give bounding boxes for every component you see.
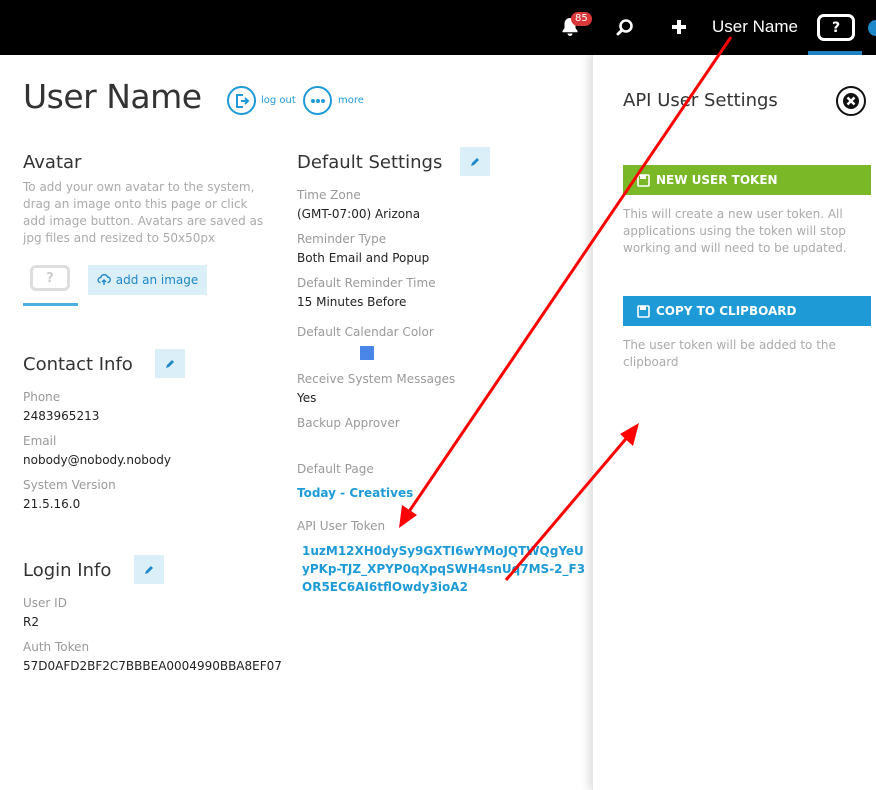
top-bar: 85 User Name ?: [0, 0, 876, 55]
edit-login-button[interactable]: [134, 555, 164, 584]
copy-help: The user token will be added to the clip…: [623, 338, 836, 369]
question-icon: ?: [831, 19, 841, 36]
avatar: ?: [30, 265, 70, 291]
logout-button[interactable]: [227, 86, 256, 115]
avatar-title: Avatar: [23, 152, 82, 173]
timezone-value: (GMT-07:00) Arizona: [297, 207, 421, 221]
plus-icon[interactable]: [666, 14, 692, 40]
close-panel-button[interactable]: [836, 86, 866, 116]
api-panel-title: API User Settings: [623, 90, 778, 111]
timezone-label: Time Zone: [297, 188, 361, 202]
help-button[interactable]: ?: [817, 14, 855, 41]
phone-value: 2483965213: [23, 409, 100, 423]
system-messages-label: Receive System Messages: [297, 372, 456, 386]
backup-approver-label: Backup Approver: [297, 416, 400, 430]
phone-label: Phone: [23, 390, 61, 404]
status-dot[interactable]: [868, 20, 876, 36]
user-id-label: User ID: [23, 596, 67, 610]
upload-cloud-icon: [97, 274, 111, 285]
system-version-label: System Version: [23, 478, 116, 492]
avatar-help: To add your own avatar to the system, dr…: [23, 180, 264, 245]
system-version-value: 21.5.16.0: [23, 497, 81, 511]
save-icon: [637, 173, 650, 187]
user-id-value: R2: [23, 615, 39, 629]
edit-contact-button[interactable]: [155, 349, 185, 378]
pencil-icon: [145, 565, 153, 574]
logout-link[interactable]: log out: [261, 95, 296, 106]
avatar-placeholder-icon: ?: [46, 270, 54, 286]
more-button[interactable]: [303, 86, 332, 115]
page-title: User Name: [23, 77, 202, 116]
pencil-icon: [471, 157, 479, 166]
email-label: Email: [23, 434, 57, 448]
calendar-color-label: Default Calendar Color: [297, 325, 434, 339]
more-link[interactable]: more: [338, 95, 364, 106]
reminder-time-label: Default Reminder Time: [297, 276, 436, 290]
search-icon[interactable]: [612, 14, 638, 40]
reminder-type-label: Reminder Type: [297, 232, 387, 246]
add-image-label: add an image: [115, 273, 199, 287]
copy-to-clipboard-button[interactable]: COPY TO CLIPBOARD: [623, 296, 871, 326]
edit-defaults-button[interactable]: [460, 147, 490, 176]
logout-icon: [235, 93, 249, 108]
api-token-label: API User Token: [297, 519, 386, 533]
login-info-title: Login Info: [23, 560, 112, 581]
contact-info-title: Contact Info: [23, 354, 133, 375]
avatar-underline: [23, 303, 78, 306]
reminder-time-value: 15 Minutes Before: [297, 295, 407, 309]
api-token-link[interactable]: 1uzM12XH0dySy9GXTI6wYMoJQTWQgYeUyPKp-TJZ…: [302, 542, 587, 596]
system-messages-value: Yes: [297, 391, 317, 405]
auth-token-label: Auth Token: [23, 640, 90, 654]
default-settings-title: Default Settings: [297, 152, 443, 173]
new-user-token-label: NEW USER TOKEN: [656, 173, 778, 187]
notification-badge: 85: [571, 12, 592, 26]
save-icon: [637, 304, 650, 318]
close-icon: [843, 93, 859, 109]
copy-to-clipboard-label: COPY TO CLIPBOARD: [656, 304, 797, 318]
user-menu[interactable]: User Name: [712, 17, 798, 37]
calendar-color-swatch: [360, 346, 374, 360]
add-image-button[interactable]: add an image: [88, 265, 207, 295]
reminder-type-value: Both Email and Popup: [297, 251, 430, 265]
auth-token-value: 57D0AFD2BF2C7BBBEA0004990BBA8EF07914: [23, 659, 282, 673]
default-page-label: Default Page: [297, 462, 374, 476]
pencil-icon: [166, 359, 174, 368]
ellipsis-icon: [310, 98, 325, 103]
new-user-token-button[interactable]: NEW USER TOKEN: [623, 165, 871, 195]
default-page-link[interactable]: Today - Creatives: [297, 486, 413, 500]
new-token-help: This will create a new user token. All a…: [623, 207, 847, 255]
email-value: nobody@nobody.nobody: [23, 453, 171, 467]
